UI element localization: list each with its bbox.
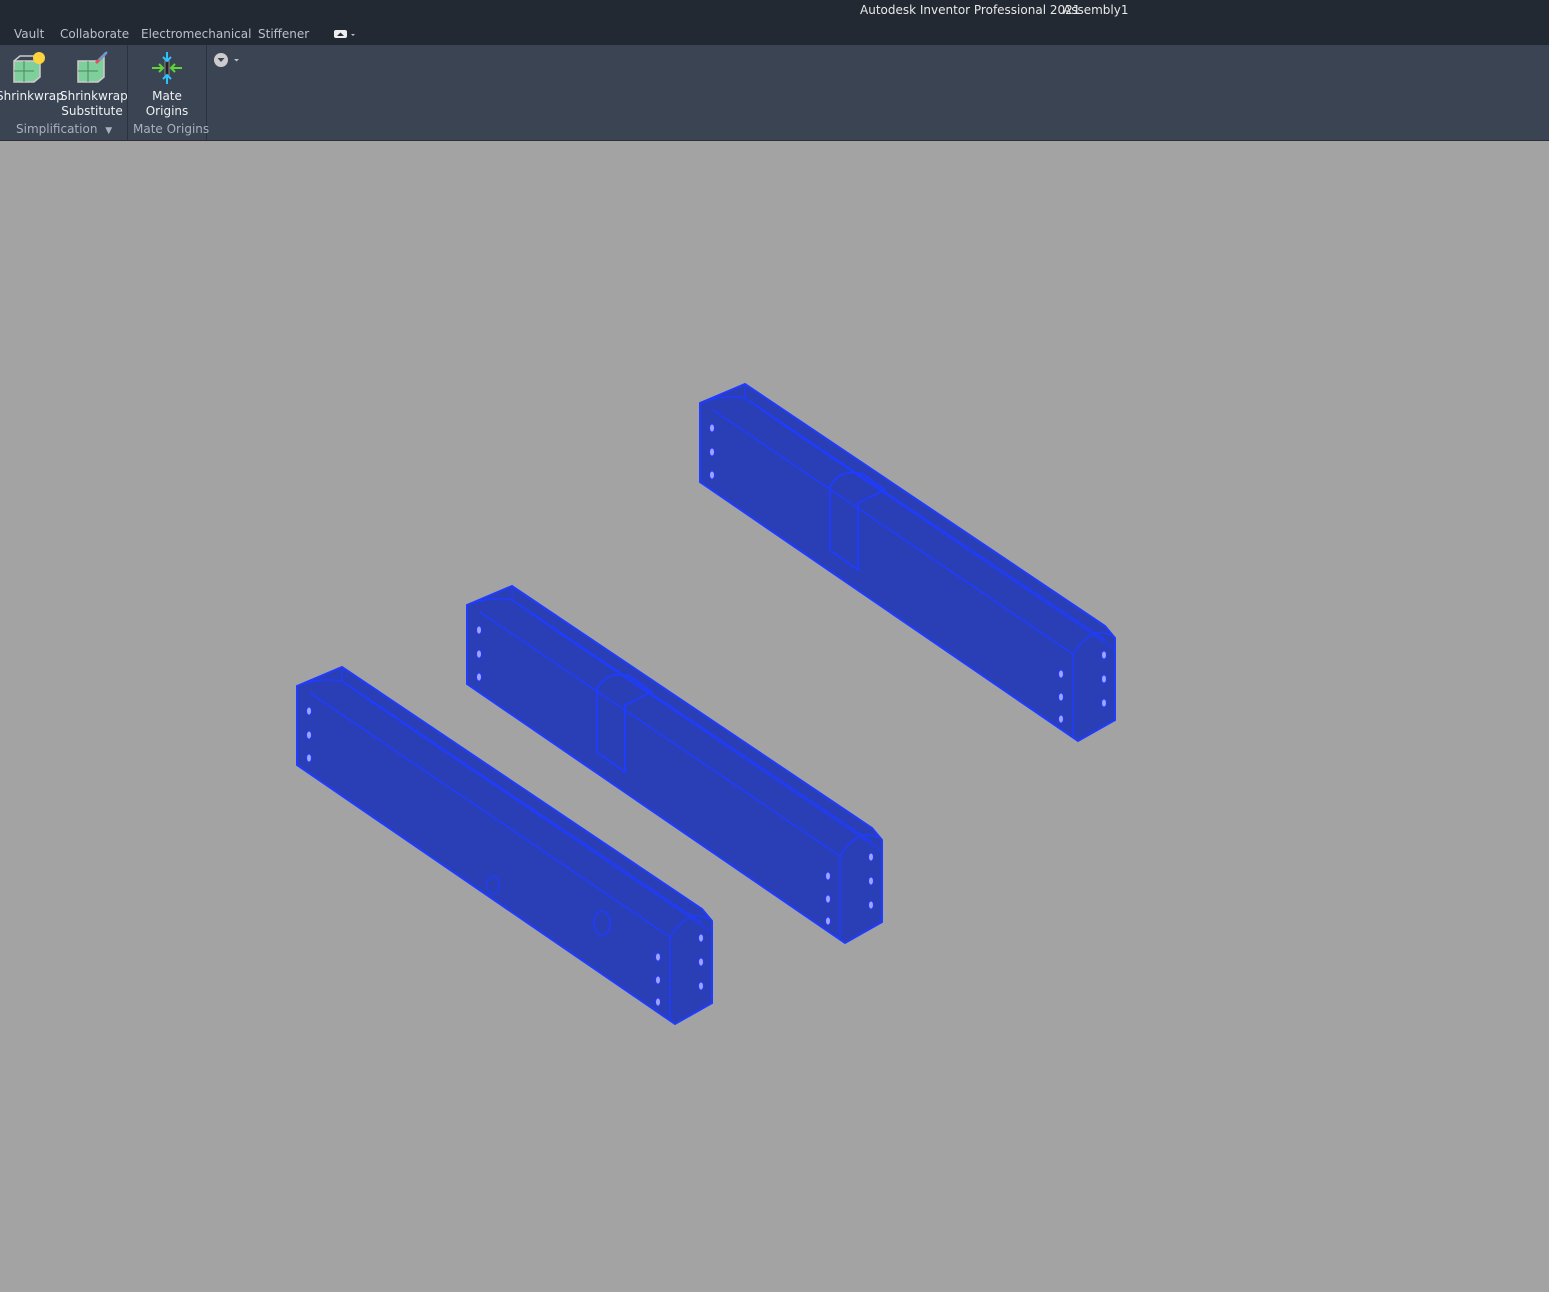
shrinkwrap-icon xyxy=(13,52,45,83)
panel-toggle-icon xyxy=(334,30,355,38)
shrinkwrap-substitute-label: Shrinkwrap xyxy=(60,89,128,103)
mate-origins-button[interactable]: Mate Origins xyxy=(130,51,204,119)
title-bar: Autodesk Inventor Professional 2021 Asse… xyxy=(0,0,1549,22)
shrinkwrap-substitute-label-2: Substitute xyxy=(61,104,123,118)
ribbon: Shrinkwrap Shrinkwrap Substitute Mate Or… xyxy=(0,45,1549,141)
ribbon-display-toggle[interactable] xyxy=(333,28,359,43)
tab-electromechanical[interactable]: Electromechanical xyxy=(141,27,251,41)
panel-simplification-label: Simplification xyxy=(16,122,98,136)
more-tools-dropdown[interactable] xyxy=(213,52,243,72)
app-title: Autodesk Inventor Professional 2021 xyxy=(860,3,1081,17)
panel-divider xyxy=(127,45,128,140)
model-canvas[interactable] xyxy=(0,141,1549,1288)
panel-mate-origins: Mate Origins xyxy=(133,122,210,136)
shrinkwrap-substitute-button[interactable]: Shrinkwrap Substitute xyxy=(60,51,128,119)
chevron-down-icon xyxy=(214,53,239,67)
beam-part-3[interactable] xyxy=(699,383,1116,742)
shrinkwrap-label: Shrinkwrap xyxy=(0,89,64,103)
mate-origins-label: Mate Origins xyxy=(145,89,189,118)
tab-vault[interactable]: Vault xyxy=(14,27,44,41)
tab-stiffener[interactable]: Stiffener xyxy=(258,27,309,41)
graphics-viewport[interactable] xyxy=(0,141,1549,1288)
panel-expand-icon: ▼ xyxy=(105,126,113,136)
ribbon-tabs: Vault Collaborate Electromechanical Stif… xyxy=(0,22,1549,45)
shrinkwrap-substitute-icon xyxy=(77,51,108,83)
tab-collaborate[interactable]: Collaborate xyxy=(60,27,129,41)
document-title: Assembly1 xyxy=(1063,3,1129,17)
mate-origins-icon xyxy=(152,52,182,84)
shrinkwrap-button[interactable]: Shrinkwrap xyxy=(0,51,64,104)
panel-simplification[interactable]: Simplification ▼ xyxy=(16,122,112,136)
